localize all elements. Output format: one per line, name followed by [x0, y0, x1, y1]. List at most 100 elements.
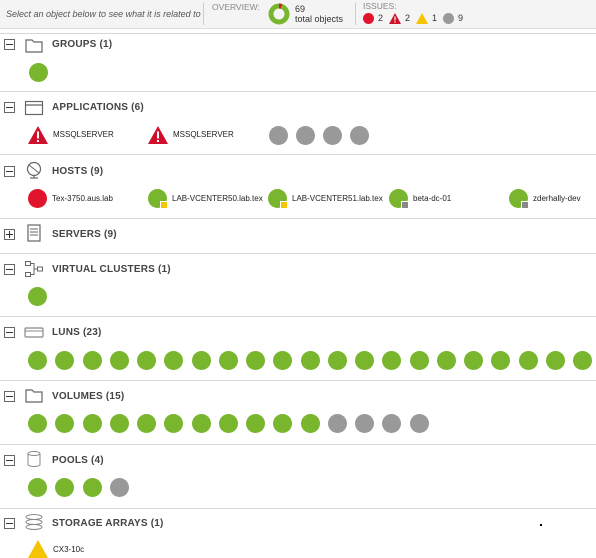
section-title-servers[interactable]: SERVERS (9): [52, 229, 117, 240]
volume-status-unknown[interactable]: [327, 414, 347, 433]
cluster-status-ok[interactable]: [28, 287, 47, 306]
section-title-pools[interactable]: POOLS (4): [52, 455, 104, 466]
volume-status-ok[interactable]: [137, 414, 156, 433]
red-triangle-icon[interactable]: [148, 126, 168, 144]
lun-status-ok[interactable]: [382, 351, 402, 370]
collapse-toggle[interactable]: [4, 264, 15, 275]
host-label[interactable]: LAB-VCENTER51.lab.tex: [292, 194, 383, 203]
collapse-toggle[interactable]: [4, 39, 15, 50]
lun-status-ok[interactable]: [82, 351, 102, 370]
issue-error[interactable]: 2: [389, 12, 410, 24]
section-title-groups[interactable]: GROUPS (1): [52, 39, 112, 50]
unknown-badge-icon: [401, 201, 409, 209]
pool-icon: [27, 451, 41, 467]
lun-status-ok[interactable]: [246, 351, 265, 370]
lun-status-ok[interactable]: [464, 351, 483, 370]
pool-status-ok[interactable]: [55, 478, 75, 497]
lun-status-ok[interactable]: [273, 351, 293, 370]
yellow-triangle-icon[interactable]: [28, 540, 48, 558]
expand-toggle[interactable]: [4, 229, 15, 240]
volume-status-ok[interactable]: [55, 414, 75, 433]
cluster-icon: [25, 261, 43, 277]
overview-donut-icon[interactable]: [268, 3, 290, 25]
volume-status-ok[interactable]: [28, 414, 47, 433]
marker-dot: [540, 524, 542, 526]
lun-status-ok[interactable]: [109, 351, 129, 370]
issues-label: ISSUES:: [363, 1, 397, 11]
application-status-unknown[interactable]: [350, 126, 369, 145]
section-title-applications[interactable]: APPLICATIONS (6): [52, 102, 144, 113]
gray-circle-icon: [443, 12, 454, 24]
volume-status-ok[interactable]: [300, 414, 320, 433]
host-label[interactable]: beta-dc-01: [413, 194, 451, 203]
collapse-toggle[interactable]: [4, 455, 15, 466]
lun-status-ok[interactable]: [55, 351, 75, 370]
volume-status-ok[interactable]: [273, 414, 293, 433]
application-status-unknown[interactable]: [296, 126, 315, 145]
volume-status-ok[interactable]: [164, 414, 184, 433]
divider: [0, 218, 596, 219]
volume-status-ok[interactable]: [191, 414, 211, 433]
application-label[interactable]: MSSQLSERVER: [173, 130, 234, 139]
issue-critical[interactable]: 2: [363, 12, 383, 24]
section-title-storage-arrays[interactable]: STORAGE ARRAYS (1): [52, 518, 164, 529]
collapse-toggle[interactable]: [4, 518, 15, 529]
pool-status-ok[interactable]: [82, 478, 102, 497]
collapse-toggle[interactable]: [4, 166, 15, 177]
overview-label: OVERVIEW:: [212, 2, 260, 12]
volume-status-unknown[interactable]: [382, 414, 402, 433]
divider: [355, 3, 356, 25]
lun-status-ok[interactable]: [518, 351, 538, 370]
lun-status-ok[interactable]: [409, 351, 429, 370]
application-status-unknown[interactable]: [269, 126, 288, 145]
lun-status-ok[interactable]: [573, 351, 592, 370]
lun-status-ok[interactable]: [28, 351, 47, 370]
group-status-ok[interactable]: [29, 63, 48, 82]
overview-bar: Select an object below to see what it is…: [0, 0, 596, 29]
red-triangle-icon[interactable]: [28, 126, 48, 144]
volume-status-unknown[interactable]: [355, 414, 374, 433]
section-title-luns[interactable]: LUNS (23): [52, 327, 102, 338]
section-title-virtual-clusters[interactable]: VIRTUAL CLUSTERS (1): [52, 264, 171, 275]
lun-status-ok[interactable]: [300, 351, 320, 370]
divider: [0, 444, 596, 445]
volume-status-ok[interactable]: [246, 414, 265, 433]
lun-status-ok[interactable]: [355, 351, 374, 370]
application-status-unknown[interactable]: [323, 126, 342, 145]
section-title-volumes[interactable]: VOLUMES (15): [52, 391, 124, 402]
lun-status-ok[interactable]: [137, 351, 156, 370]
host-status-critical[interactable]: [28, 189, 47, 208]
host-label[interactable]: zderhally-dev: [533, 194, 581, 203]
hint-text: Select an object below to see what it is…: [6, 9, 201, 19]
collapse-toggle[interactable]: [4, 327, 15, 338]
volume-status-ok[interactable]: [109, 414, 129, 433]
lun-status-ok[interactable]: [218, 351, 238, 370]
divider: [0, 253, 596, 254]
issue-warning[interactable]: 1: [416, 12, 437, 24]
red-triangle-icon: [389, 12, 401, 24]
application-label[interactable]: MSSQLSERVER: [53, 130, 114, 139]
pool-status-ok[interactable]: [28, 478, 47, 497]
lun-status-ok[interactable]: [191, 351, 211, 370]
server-icon: [27, 224, 41, 242]
volume-status-ok[interactable]: [218, 414, 238, 433]
window-icon: [24, 100, 44, 116]
collapse-toggle[interactable]: [4, 102, 15, 113]
lun-status-ok[interactable]: [327, 351, 347, 370]
section-title-hosts[interactable]: HOSTS (9): [52, 166, 103, 177]
warning-badge-icon: [280, 201, 288, 209]
divider: [0, 316, 596, 317]
volume-status-ok[interactable]: [82, 414, 102, 433]
lun-status-ok[interactable]: [164, 351, 184, 370]
host-label[interactable]: LAB-VCENTER50.lab.tex: [172, 194, 263, 203]
pool-status-unknown[interactable]: [109, 478, 129, 497]
storage-array-label[interactable]: CX3-10c: [53, 545, 84, 554]
host-label[interactable]: Tex-3750.aus.lab: [52, 194, 113, 203]
lun-status-ok[interactable]: [491, 351, 511, 370]
collapse-toggle[interactable]: [4, 391, 15, 402]
volume-status-unknown[interactable]: [409, 414, 429, 433]
lun-status-ok[interactable]: [545, 351, 565, 370]
divider: [203, 3, 204, 25]
issue-unknown[interactable]: 9: [443, 12, 463, 24]
lun-status-ok[interactable]: [436, 351, 456, 370]
